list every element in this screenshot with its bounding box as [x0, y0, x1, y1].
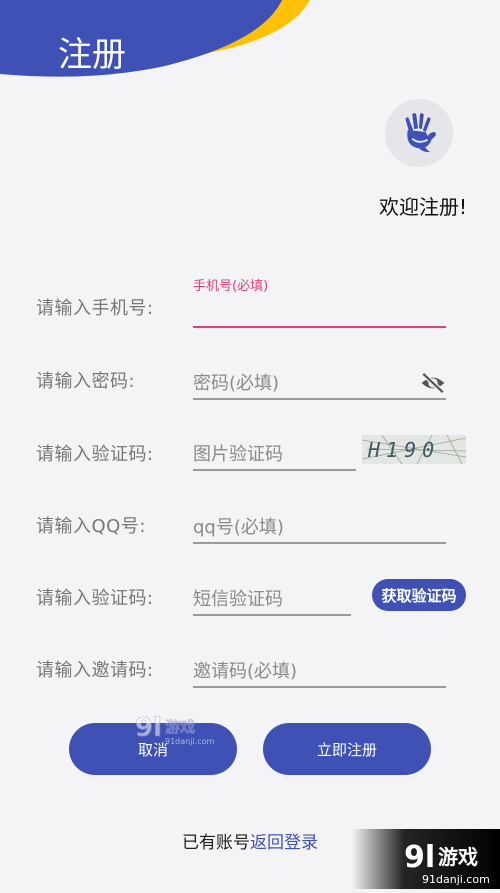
qq-input[interactable]: [193, 512, 446, 542]
invite-label: 请输入邀请码:: [36, 660, 154, 681]
captcha-image[interactable]: H190: [362, 435, 466, 464]
password-field[interactable]: [193, 368, 446, 400]
page-title: 注册: [58, 35, 126, 75]
captcha-code: H190: [367, 438, 440, 462]
phone-label: 请输入手机号:: [36, 298, 154, 319]
captcha-input[interactable]: [193, 439, 356, 469]
captcha-noise: H190: [362, 435, 466, 464]
svg-text:游戏: 游戏: [165, 718, 195, 736]
captcha-label: 请输入验证码:: [36, 444, 154, 465]
register-button[interactable]: 立即注册: [263, 723, 431, 775]
get-sms-code-button[interactable]: 获取验证码: [372, 579, 466, 611]
waving-hand-icon: [405, 113, 437, 153]
eye-off-icon[interactable]: [420, 370, 446, 396]
phone-floating-label: 手机号(必填): [193, 279, 269, 294]
watermark-corner-logo: 9l 游戏 91danji.com: [404, 840, 490, 886]
password-input[interactable]: [193, 368, 408, 398]
sms-input[interactable]: [193, 584, 351, 614]
qq-label: 请输入QQ号:: [36, 516, 146, 537]
avatar: [385, 99, 453, 167]
watermark-center: 9l 游戏 91danji.com: [135, 712, 235, 752]
back-to-login-link[interactable]: 返回登录: [250, 833, 318, 853]
password-label: 请输入密码:: [36, 371, 136, 392]
sms-label: 请输入验证码:: [36, 588, 154, 609]
watermark-logo: 9l 游戏 91danji.com: [135, 713, 215, 746]
svg-text:游戏: 游戏: [438, 845, 478, 869]
svg-text:91danji.com: 91danji.com: [422, 873, 490, 886]
phone-field[interactable]: [193, 296, 446, 328]
invite-input[interactable]: [193, 656, 446, 686]
invite-field[interactable]: [193, 656, 446, 688]
qq-field[interactable]: [193, 512, 446, 544]
svg-text:9l: 9l: [404, 840, 435, 875]
captcha-field[interactable]: [193, 439, 356, 471]
phone-input[interactable]: [193, 296, 446, 326]
watermark-corner: 9l 游戏 91danji.com: [352, 829, 500, 889]
footer-text: 已有账号: [182, 833, 250, 853]
svg-text:91danji.com: 91danji.com: [165, 737, 215, 746]
svg-text:9l: 9l: [135, 713, 162, 743]
welcome-text: 欢迎注册!: [378, 195, 467, 219]
sms-field[interactable]: [193, 584, 351, 616]
